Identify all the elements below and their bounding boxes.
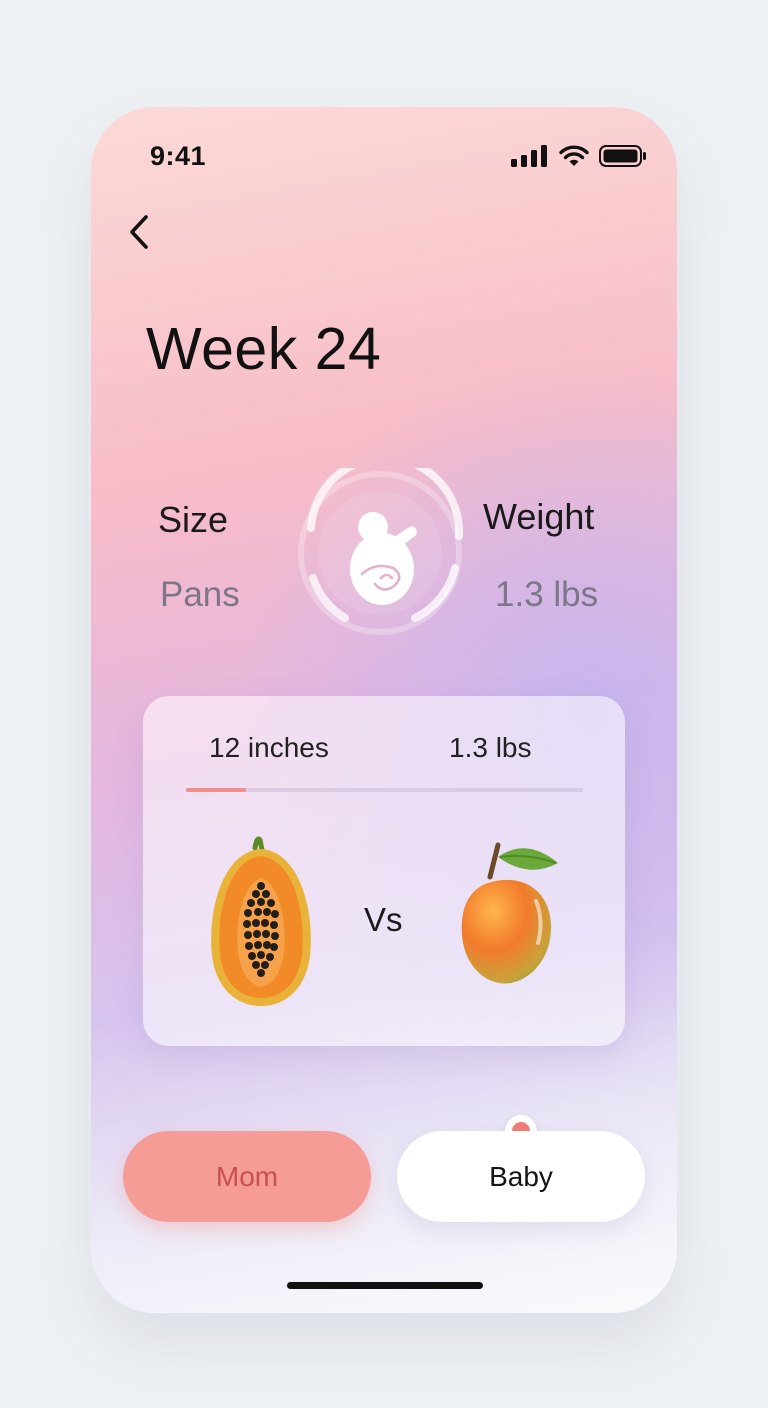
size-label: Size — [158, 499, 229, 540]
progress-fill — [186, 788, 246, 792]
baby-tab-button[interactable]: Baby — [397, 1131, 645, 1222]
progress-track — [186, 788, 583, 792]
weight-value: 1.3 lbs — [495, 575, 599, 614]
status-icons — [511, 145, 647, 167]
wifi-icon — [559, 145, 589, 166]
back-button[interactable] — [127, 213, 157, 253]
baby-progress-ring — [295, 453, 465, 638]
length-value: 12 inches — [209, 732, 329, 763]
mango-icon — [456, 841, 566, 991]
cellular-signal-icon — [511, 145, 547, 167]
page-title: Week 24 — [146, 316, 382, 382]
chevron-left-icon — [130, 215, 148, 249]
battery-icon — [599, 145, 646, 167]
phone-screen: 9:41 Week 24 Size Pans Weight 1.3 lbs 12… — [91, 107, 677, 1313]
papaya-icon — [205, 834, 317, 1010]
weight-label: Weight — [483, 496, 595, 537]
vs-label: Vs — [364, 901, 403, 938]
mom-tab-button[interactable]: Mom — [123, 1131, 371, 1222]
home-indicator — [287, 1282, 483, 1289]
status-time: 9:41 — [150, 141, 207, 171]
comparison-card: 12 inches 1.3 lbs Vs — [143, 696, 625, 1046]
card-weight-value: 1.3 lbs — [449, 732, 532, 763]
size-value: Pans — [160, 575, 240, 614]
